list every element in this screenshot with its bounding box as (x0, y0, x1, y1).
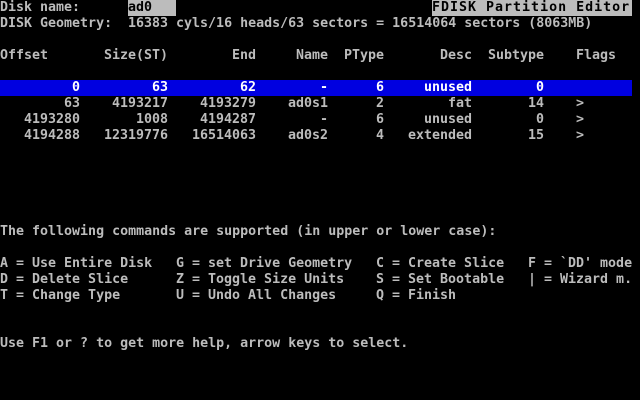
cell-flags (576, 80, 624, 96)
column-header-name: Name (295, 48, 328, 63)
cell-subtype: 0 (535, 112, 544, 127)
cell-name: ad0s1 (287, 96, 328, 111)
commands-intro-line: The following commands are supported (in… (0, 224, 640, 240)
command-wizard-mode[interactable]: | = Wizard m. (528, 272, 632, 288)
disk-geometry-value: 16383 cyls/16 heads/63 sectors = 1651406… (128, 16, 593, 31)
page-title: FDISK Partition Editor (432, 0, 632, 16)
cell-size: 4193217 (111, 96, 168, 111)
cell-name: - (319, 112, 328, 127)
command-set-bootable[interactable]: S = Set Bootable (376, 272, 504, 288)
command-toggle-size-units[interactable]: Z = Toggle Size Units (176, 272, 344, 288)
cell-size: 1008 (135, 112, 168, 127)
commands-intro-text: The following commands are supported (in… (0, 224, 497, 239)
commands-row-3: T = Change Type U = Undo All Changes Q =… (0, 288, 640, 304)
cell-end: 62 (239, 80, 256, 95)
command-use-entire-disk[interactable]: A = Use Entire Disk (0, 256, 152, 272)
column-header-subtype: Subtype (487, 48, 544, 63)
cell-ptype: 6 (375, 80, 384, 95)
cell-subtype: 14 (527, 96, 544, 111)
cell-ptype: 6 (375, 112, 384, 127)
disk-name-label: Disk name: (0, 0, 81, 15)
cell-end: 16514063 (191, 128, 256, 143)
fdisk-partition-editor-screen: Disk name: ad0 FDISK Partition Editor DI… (0, 0, 640, 400)
command-change-type[interactable]: T = Change Type (0, 288, 120, 304)
cell-name: - (319, 80, 328, 95)
cell-desc: unused (423, 112, 472, 127)
cell-desc: unused (423, 80, 472, 95)
cell-flags: > (576, 112, 585, 127)
table-row[interactable]: 4194288 12319776 16514063 ad0s2 4 extend… (0, 128, 640, 144)
command-dd-mode[interactable]: F = `DD' mode (528, 256, 632, 272)
column-header-end: End (231, 48, 256, 63)
command-delete-slice[interactable]: D = Delete Slice (0, 272, 128, 288)
cell-desc: extended (407, 128, 472, 143)
disk-name-value: ad0 (128, 0, 176, 16)
cell-size: 12319776 (103, 128, 168, 143)
cell-size: 63 (151, 80, 168, 95)
help-line: Use F1 or ? to get more help, arrow keys… (0, 336, 640, 352)
cell-ptype: 4 (375, 128, 384, 143)
disk-name-line: Disk name: ad0 FDISK Partition Editor (0, 0, 640, 16)
cell-offset: 63 (63, 96, 80, 111)
cell-offset: 0 (71, 80, 80, 95)
command-finish[interactable]: Q = Finish (376, 288, 456, 304)
table-row-selected[interactable]: 0 63 62 - 6 unused 0 (0, 80, 632, 96)
disk-geometry-label: DISK Geometry: (0, 16, 113, 31)
commands-row-2: D = Delete Slice Z = Toggle Size Units S… (0, 272, 640, 288)
cell-flags: > (576, 96, 585, 111)
cell-ptype: 2 (375, 96, 384, 111)
disk-geometry-line: DISK Geometry: 16383 cyls/16 heads/63 se… (0, 16, 640, 32)
column-header-offset: Offset (0, 48, 49, 63)
cell-end: 4194287 (199, 112, 256, 127)
cell-desc: fat (447, 96, 472, 111)
cell-offset: 4193280 (23, 112, 80, 127)
command-undo-all-changes[interactable]: U = Undo All Changes (176, 288, 336, 304)
cell-name: ad0s2 (287, 128, 328, 143)
command-set-drive-geometry[interactable]: G = set Drive Geometry (176, 256, 352, 272)
table-header-row: Offset Size(ST) End Name PType Desc Subt… (0, 48, 640, 64)
commands-row-1: A = Use Entire Disk G = set Drive Geomet… (0, 256, 640, 272)
column-header-ptype: PType (343, 48, 384, 63)
column-header-flags: Flags (576, 48, 617, 63)
cell-subtype: 15 (527, 128, 544, 143)
cell-end: 4193279 (199, 96, 256, 111)
column-header-size: Size(ST) (103, 48, 168, 63)
cell-offset: 4194288 (23, 128, 80, 143)
table-row[interactable]: 4193280 1008 4194287 - 6 unused 0 > (0, 112, 640, 128)
command-create-slice[interactable]: C = Create Slice (376, 256, 504, 272)
cell-flags: > (576, 128, 585, 143)
table-row[interactable]: 63 4193217 4193279 ad0s1 2 fat 14 > (0, 96, 640, 112)
column-header-desc: Desc (439, 48, 472, 63)
cell-subtype: 0 (535, 80, 544, 95)
help-text: Use F1 or ? to get more help, arrow keys… (0, 336, 409, 351)
